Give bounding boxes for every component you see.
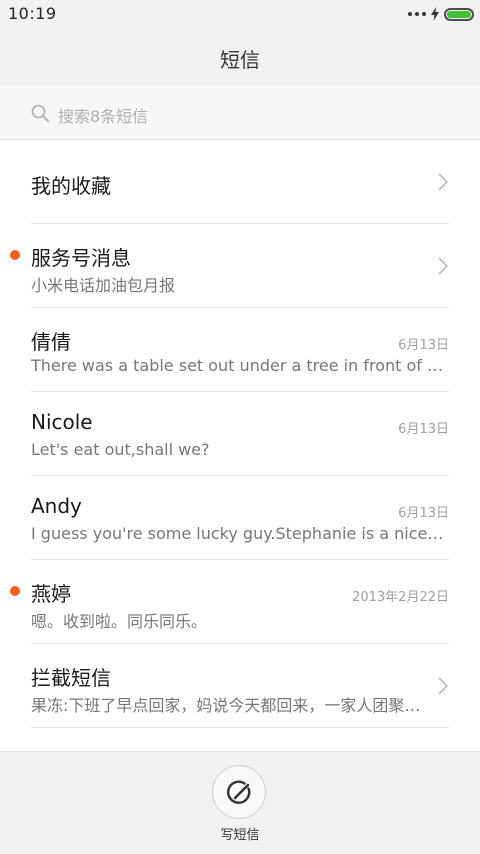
row-title: 倩倩 — [31, 330, 71, 354]
bottom-bar: 写短信 — [0, 751, 480, 854]
compose-icon — [227, 780, 251, 804]
row-title: Nicole — [31, 410, 93, 434]
row-date: 6月13日 — [398, 338, 449, 353]
row-preview: There was a table set out under a tree i… — [31, 356, 447, 375]
chevron-right-icon — [438, 257, 449, 275]
charging-icon — [431, 7, 439, 21]
row-preview: 嗯。收到啦。同乐同乐。 — [31, 612, 208, 631]
row-title: 我的收藏 — [31, 174, 111, 198]
row-title: 燕婷 — [31, 582, 71, 606]
search-icon — [31, 104, 49, 122]
unread-dot — [10, 250, 20, 260]
row-title: 服务号消息 — [31, 246, 131, 270]
chevron-right-icon — [438, 173, 449, 191]
list-item-blocked-messages[interactable]: 拦截短信 果冻:下班了早点回家，妈说今天都回来，一家人团聚过年 — [0, 644, 480, 728]
unread-dot — [10, 586, 20, 596]
row-date: 6月13日 — [398, 506, 449, 521]
signal-icon — [408, 12, 426, 16]
app-header: 短信 — [0, 28, 480, 86]
status-bar: 10:19 — [0, 0, 480, 28]
list-item-conversation[interactable]: Andy 6月13日 I guess you're some lucky guy… — [0, 476, 480, 560]
battery-icon — [444, 7, 474, 21]
battery-fill — [447, 10, 471, 18]
status-icons — [408, 6, 474, 22]
compose-button[interactable] — [212, 765, 266, 819]
row-preview: 果冻:下班了早点回家，妈说今天都回来，一家人团聚过年 — [31, 696, 431, 715]
row-date: 6月13日 — [398, 422, 449, 437]
row-preview: I guess you're some lucky guy.Stephanie … — [31, 524, 447, 543]
list-item-favorites[interactable]: 我的收藏 — [0, 140, 480, 224]
chevron-right-icon — [438, 677, 449, 695]
row-preview: 小米电话加油包月报 — [31, 276, 176, 295]
list-item-service-messages[interactable]: 服务号消息 小米电话加油包月报 — [0, 224, 480, 308]
row-title: Andy — [31, 494, 82, 518]
row-title: 拦截短信 — [31, 666, 111, 690]
row-date: 2013年2月22日 — [352, 590, 449, 605]
compose-label[interactable]: 写短信 — [0, 824, 480, 843]
row-preview: Let's eat out,shall we? — [31, 440, 210, 459]
page-title: 短信 — [220, 48, 260, 72]
list-item-conversation[interactable]: 燕婷 2013年2月22日 嗯。收到啦。同乐同乐。 — [0, 560, 480, 644]
search-input[interactable]: 搜索8条短信 — [58, 103, 148, 127]
list-item-conversation[interactable]: Nicole 6月13日 Let's eat out,shall we? — [0, 392, 480, 476]
search-bar[interactable]: 搜索8条短信 — [0, 86, 480, 140]
list-item-conversation[interactable]: 倩倩 6月13日 There was a table set out under… — [0, 308, 480, 392]
status-time: 10:19 — [8, 4, 57, 23]
